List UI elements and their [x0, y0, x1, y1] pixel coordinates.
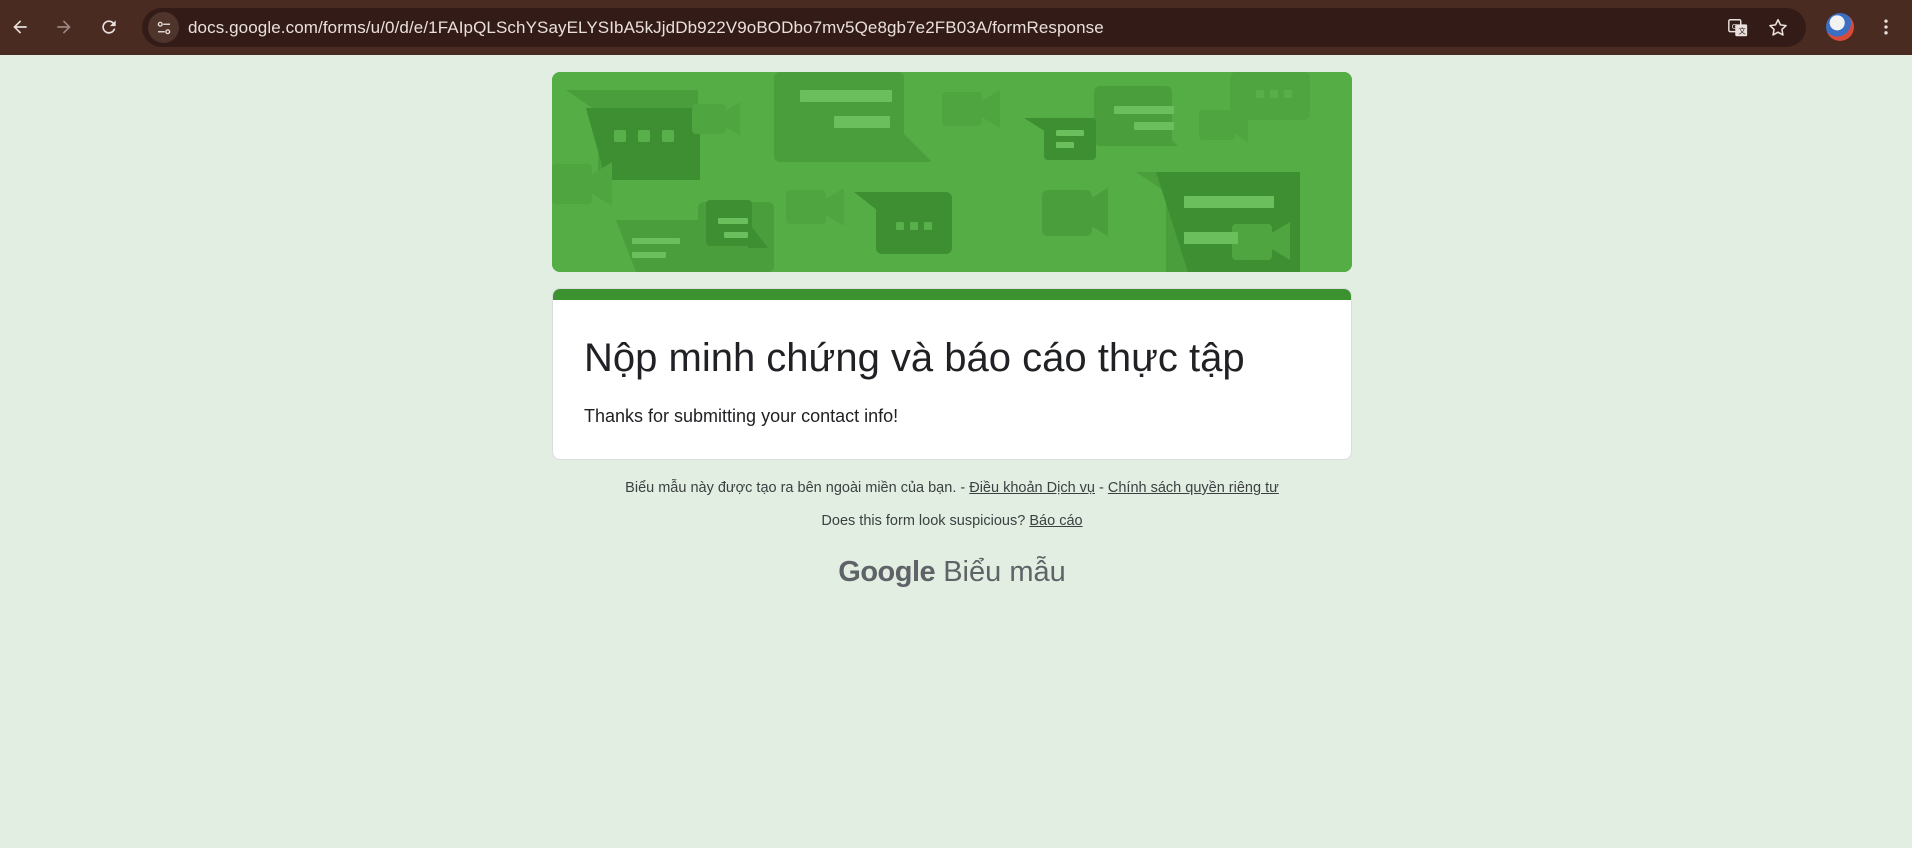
forward-button[interactable] [48, 11, 80, 43]
privacy-link[interactable]: Chính sách quyền riêng tư [1108, 480, 1279, 496]
back-icon [13, 20, 27, 34]
brand-google: Google [838, 556, 936, 588]
site-info-button[interactable] [148, 12, 179, 43]
more-vert-icon [1884, 19, 1888, 35]
back-button[interactable] [4, 11, 36, 43]
form-title: Nộp minh chứng và báo cáo thực tập [584, 336, 1245, 380]
brand-product: Biểu mẫu [943, 556, 1066, 588]
form-title-card: Nộp minh chứng và báo cáo thực tập Thank… [552, 288, 1352, 460]
reload-icon [102, 20, 116, 34]
card-accent-bar [553, 289, 1351, 300]
url-text[interactable]: docs.google.com/forms/u/0/d/e/1FAIpQLSch… [188, 18, 1104, 38]
address-bar[interactable]: docs.google.com/forms/u/0/d/e/1FAIpQLSch… [142, 8, 1806, 47]
form-header-banner [552, 72, 1352, 272]
terms-link[interactable]: Điều khoản Dịch vụ [969, 480, 1095, 496]
footer-disclaimer: Biểu mẫu này được tạo ra bên ngoài miền … [0, 480, 1904, 496]
forward-icon [57, 20, 71, 34]
browser-menu-button[interactable] [1872, 13, 1900, 41]
site-info-icon [157, 21, 170, 34]
browser-toolbar: docs.google.com/forms/u/0/d/e/1FAIpQLSch… [0, 0, 1912, 55]
footer-separator: - [1099, 480, 1104, 496]
bookmark-button[interactable] [1766, 16, 1790, 40]
reload-button[interactable] [93, 11, 125, 43]
svg-text:文: 文 [1738, 27, 1746, 36]
star-icon [1769, 18, 1787, 36]
banner-pattern [552, 72, 1352, 272]
translate-button[interactable]: G 文 [1726, 16, 1750, 40]
footer-report: Does this form look suspicious? Báo cáo [0, 513, 1904, 529]
report-link[interactable]: Báo cáo [1029, 513, 1082, 529]
svg-text:G: G [1732, 22, 1738, 31]
translate-icon: G 文 [1728, 19, 1748, 37]
confirmation-message: Thanks for submitting your contact info! [584, 406, 899, 426]
avatar[interactable] [1826, 13, 1854, 41]
suspicious-text: Does this form look suspicious? [821, 513, 1026, 529]
disclaimer-text: Biểu mẫu này được tạo ra bên ngoài miền … [625, 480, 966, 496]
google-forms-logo[interactable]: Google Biểu mẫu [0, 556, 1904, 589]
